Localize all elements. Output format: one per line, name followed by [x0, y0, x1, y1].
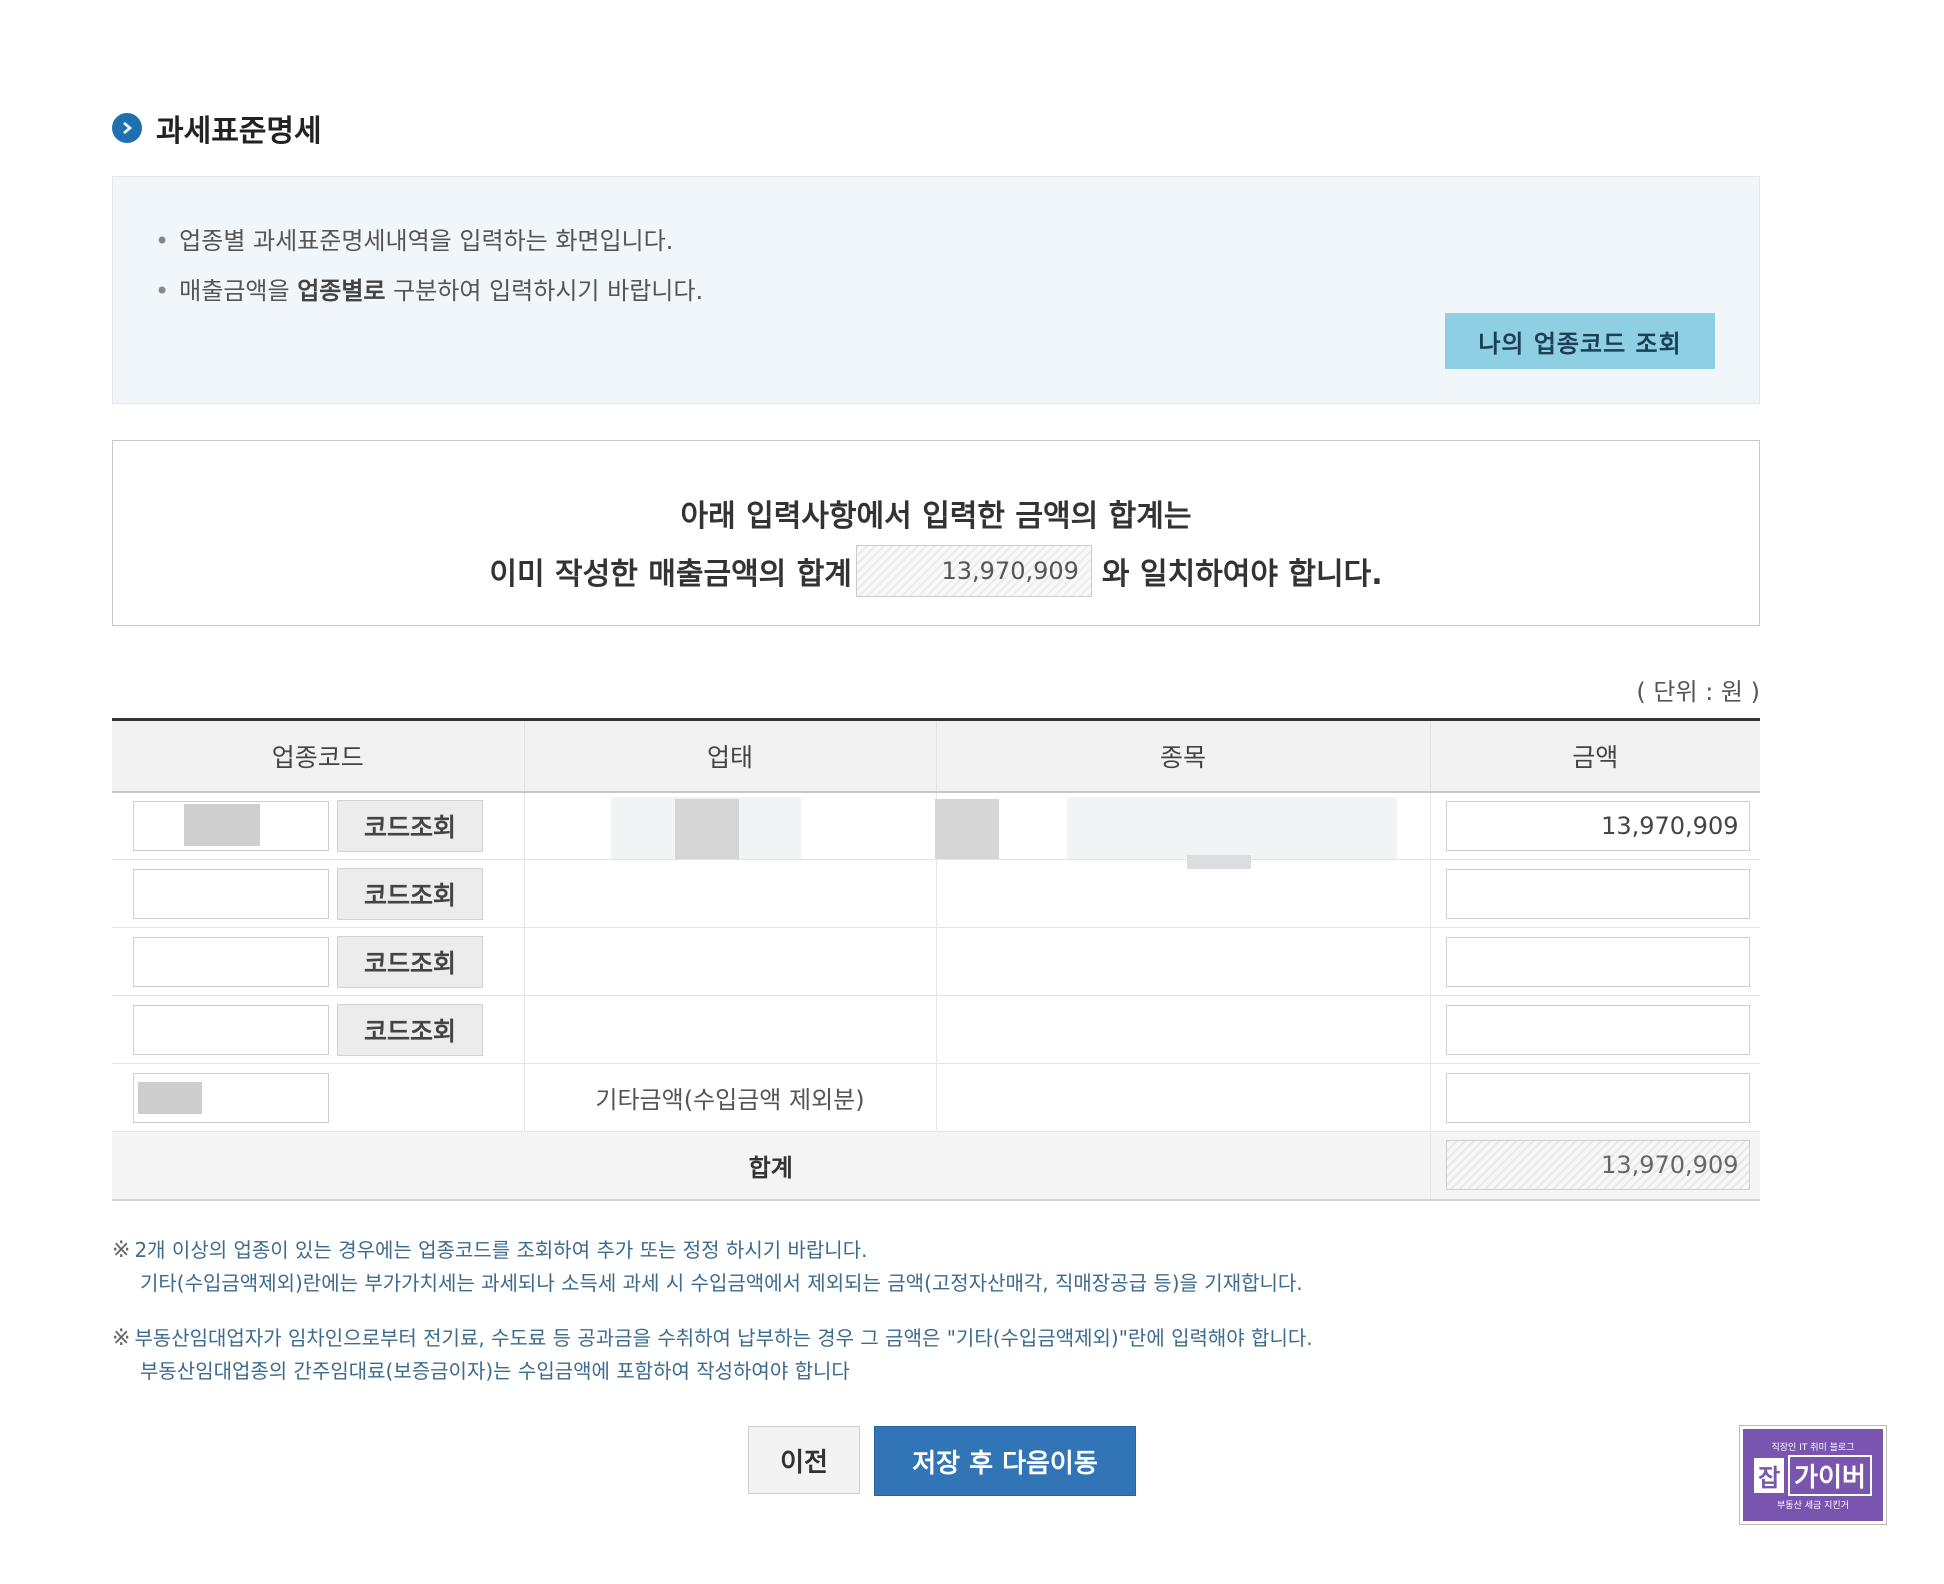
notice-line-2: 이미 작성한 매출금액의 합계 13,970,909 와 일치하여야 합니다.: [113, 545, 1759, 597]
business-type-cell: [523, 791, 936, 860]
amount-cell: [1429, 995, 1760, 1064]
reference-mark-icon: ※: [112, 1326, 131, 1351]
table-row: 코드조회: [112, 995, 1760, 1064]
other-amount-label: 기타금액(수입금액 제외분): [523, 1063, 936, 1132]
total-label: 합계: [112, 1131, 1430, 1201]
amount-input[interactable]: [1445, 1004, 1750, 1055]
watermark-name: 가이버: [1788, 1454, 1872, 1496]
unit-label: ( 단위 : 원 ): [1636, 678, 1760, 706]
info-box: • 업종별 과세표준명세내역을 입력하는 화면입니다. • 매출금액을 업종별로 구…: [112, 176, 1760, 404]
business-code-input[interactable]: [133, 800, 329, 851]
amount-cell: 13,970,909: [1429, 791, 1760, 860]
other-amount-row: 기타금액(수입금액 제외분): [112, 1063, 1760, 1132]
note-1-line-2: 기타(수입금액제외)란에는 부가가치세는 과세되나 소득세 과세 시 수입금액에…: [140, 1271, 1303, 1295]
info-line-1-text: 업종별 과세표준명세내역을 입력하는 화면입니다.: [179, 227, 674, 255]
code-cell: 코드조회: [112, 791, 524, 860]
header-amount: 금액: [1429, 718, 1760, 793]
redacted-block: [674, 798, 739, 859]
info-line-1: • 업종별 과세표준명세내역을 입력하는 화면입니다.: [155, 221, 673, 256]
business-table: 업종코드 업태 종목 금액 코드조회 13,970,909 코드조회 코드조회 …: [112, 718, 1760, 1201]
sales-sum-field: 13,970,909: [855, 545, 1092, 597]
header-business-type: 업태: [523, 718, 936, 793]
total-row: 합계 13,970,909: [112, 1131, 1760, 1201]
other-amount-input[interactable]: [1445, 1072, 1750, 1123]
info-line-2: • 매출금액을 업종별로 구분하여 입력하시기 바랍니다.: [155, 271, 703, 306]
code-lookup-button[interactable]: 코드조회: [337, 799, 483, 852]
business-type-cell: [523, 859, 936, 928]
arrow-circle-icon: [112, 113, 142, 143]
section-title: 과세표준명세: [112, 108, 322, 149]
code-cell: 코드조회: [112, 927, 524, 996]
business-item-cell: [935, 927, 1430, 996]
watermark-mid: 잡 가이버: [1754, 1454, 1872, 1496]
business-item-cell: [935, 1063, 1430, 1132]
business-item-cell: [935, 859, 1430, 928]
notice-box: 아래 입력사항에서 입력한 금액의 합계는 이미 작성한 매출금액의 합계 13…: [112, 440, 1760, 626]
notice-line-2-suffix: 와 일치하여야 합니다.: [1101, 557, 1383, 592]
watermark-jab: 잡: [1754, 1457, 1785, 1493]
business-item-cell: [934, 791, 1430, 869]
notice-line-1: 아래 입력사항에서 입력한 금액의 합계는: [680, 499, 1192, 534]
redacted-block: [934, 798, 999, 859]
business-type-cell: [523, 927, 936, 996]
business-item-cell: [935, 995, 1430, 1064]
amount-input[interactable]: [1445, 936, 1750, 987]
watermark-logo: 직장인 IT 취미 블로그 잡 가이버 부동산 세금 지킨거: [1739, 1425, 1887, 1525]
amount-cell: [1429, 859, 1760, 928]
note-2: ※ 부동산임대업자가 임차인으로부터 전기료, 수도료 등 공과금을 수취하여 납…: [112, 1322, 1313, 1387]
business-code-input[interactable]: [133, 936, 329, 987]
code-cell: [112, 1063, 524, 1132]
code-cell: 코드조회: [112, 859, 524, 928]
other-code-field: [133, 1072, 329, 1123]
code-lookup-button[interactable]: 코드조회: [337, 935, 483, 988]
amount-cell: [1429, 1063, 1760, 1132]
table-header-row: 업종코드 업태 종목 금액: [112, 718, 1760, 793]
header-business-code: 업종코드: [112, 718, 524, 793]
note-1: ※ 2개 이상의 업종이 있는 경우에는 업종코드를 조회하여 추가 또는 정정 …: [112, 1234, 1303, 1299]
section-title-text: 과세표준명세: [156, 114, 322, 149]
total-amount-field: 13,970,909: [1445, 1140, 1750, 1191]
notice-line-2-prefix: 이미 작성한 매출금액의 합계: [489, 557, 852, 592]
info-line-2-suffix: 구분하여 입력하시기 바랍니다.: [385, 277, 704, 305]
code-lookup-button[interactable]: 코드조회: [337, 1003, 483, 1056]
amount-cell: [1429, 927, 1760, 996]
redacted-block: [1186, 854, 1251, 869]
redacted-block: [184, 803, 260, 846]
business-type-cell: [523, 995, 936, 1064]
save-and-next-button[interactable]: 저장 후 다음이동: [874, 1426, 1136, 1496]
reference-mark-icon: ※: [112, 1238, 131, 1263]
amount-input[interactable]: [1445, 868, 1750, 919]
previous-button[interactable]: 이전: [748, 1426, 860, 1494]
business-code-input[interactable]: [133, 1004, 329, 1055]
info-line-2-prefix: 매출금액을: [179, 277, 298, 305]
watermark-bottom-text: 부동산 세금 지킨거: [1777, 1500, 1849, 1511]
header-business-item: 종목: [935, 718, 1430, 793]
note-1-line-1: 2개 이상의 업종이 있는 경우에는 업종코드를 조회하여 추가 또는 정정 하…: [134, 1238, 868, 1262]
table-row: 코드조회: [112, 927, 1760, 996]
business-code-input[interactable]: [133, 868, 329, 919]
note-2-line-2: 부동산임대업종의 간주임대료(보증금이자)는 수입금액에 포함하여 작성하여야 …: [140, 1359, 850, 1383]
redacted-block: [1066, 796, 1397, 859]
bullet-dot-icon: •: [155, 277, 170, 305]
my-business-code-lookup-button[interactable]: 나의 업종코드 조회: [1445, 313, 1715, 369]
table-row: 코드조회 13,970,909: [112, 791, 1760, 869]
table-row: 코드조회: [112, 859, 1760, 928]
total-amount-cell: 13,970,909: [1429, 1131, 1760, 1201]
code-cell: 코드조회: [112, 995, 524, 1064]
watermark-top-text: 직장인 IT 취미 블로그: [1771, 1442, 1855, 1453]
info-line-2-bold: 업종별로: [297, 277, 386, 305]
bullet-dot-icon: •: [155, 227, 170, 255]
code-lookup-button[interactable]: 코드조회: [337, 867, 483, 920]
amount-input[interactable]: 13,970,909: [1445, 800, 1750, 851]
note-2-line-1: 부동산임대업자가 임차인으로부터 전기료, 수도료 등 공과금을 수취하여 납부…: [134, 1326, 1313, 1350]
redacted-block: [138, 1081, 202, 1114]
